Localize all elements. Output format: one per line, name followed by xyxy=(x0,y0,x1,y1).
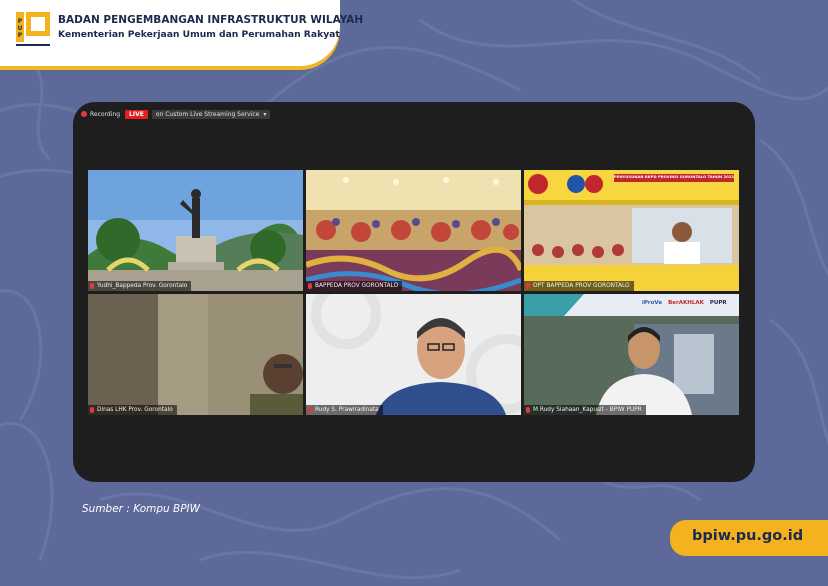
banner-logo-berakhlak: BerAKHLAK xyxy=(668,300,704,306)
participant-name-tag: OPT BAPPEDA PROV GORONTALO xyxy=(524,281,634,291)
participant-tile-3[interactable]: PENYUSUNAN RKPD PROVINSI GORONTALO TAHUN… xyxy=(524,170,739,291)
stream-label: on Custom Live Streaming Service xyxy=(155,110,260,118)
pupr-logo-icon: P U P xyxy=(14,10,52,50)
org-title: BADAN PENGEMBANGAN INFRASTRUKTUR WILAYAH xyxy=(58,14,364,26)
banner-logo-iprove: iProVe xyxy=(642,300,663,306)
org-subtitle: Kementerian Pekerjaan Umum dan Perumahan… xyxy=(58,29,340,40)
banner-logo-pupr: PUPR xyxy=(709,300,727,306)
participant-tile-4[interactable]: Dinas LHK Prov. Gorontalo xyxy=(88,294,303,415)
live-badge[interactable]: LIVE xyxy=(125,109,148,119)
participant-tile-6[interactable]: iProVe BerAKHLAK PUPR M Rudy Siahaan_Kap… xyxy=(524,294,739,415)
recording-icon[interactable] xyxy=(81,111,87,117)
mic-muted-icon xyxy=(526,283,530,289)
website-url[interactable]: bpiw.pu.go.id xyxy=(692,528,803,544)
source-caption: Sumber : Kompu BPIW xyxy=(82,503,201,515)
participant-tile-1[interactable]: Yudhi_Bappeda Prov. Gorontalo xyxy=(88,170,303,291)
chevron-down-icon: ▾ xyxy=(263,110,267,118)
mic-muted-icon xyxy=(90,407,94,413)
video-feed-banner-room xyxy=(524,294,739,415)
presentation-title: PENYUSUNAN RKPD PROVINSI GORONTALO TAHUN… xyxy=(614,174,735,179)
svg-text:P: P xyxy=(18,32,23,39)
mic-muted-icon xyxy=(90,283,94,289)
video-feed-officer xyxy=(88,294,303,415)
stream-dropdown[interactable]: on Custom Live Streaming Service ▾ xyxy=(151,109,271,119)
recording-label: Recording xyxy=(90,110,121,118)
mic-muted-icon xyxy=(308,283,312,289)
video-feed-monument xyxy=(88,170,303,291)
participant-name-tag: Rudy S. Prawiradinata xyxy=(306,405,383,415)
header-banner: P U P BADAN PENGEMBANGAN INFRASTRUKTUR W… xyxy=(0,0,363,66)
participant-name-tag: BAPPEDA PROV GORONTALO xyxy=(306,281,403,291)
video-conference-window: Recording LIVE on Custom Live Streaming … xyxy=(73,102,755,482)
svg-text:P: P xyxy=(18,18,23,25)
participant-name-tag: Dinas LHK Prov. Gorontalo xyxy=(88,405,177,415)
svg-text:U: U xyxy=(18,25,23,32)
video-feed-ballroom xyxy=(306,170,521,291)
mic-muted-icon xyxy=(526,407,530,413)
video-feed-presentation xyxy=(524,170,739,291)
participant-name-tag: M Rudy Siahaan_Kapuslt - BPIW PUPR xyxy=(524,405,646,415)
participant-name-tag: Yudhi_Bappeda Prov. Gorontalo xyxy=(88,281,192,291)
recording-bar: Recording LIVE on Custom Live Streaming … xyxy=(81,108,271,120)
video-feed-speaker xyxy=(306,294,521,415)
participant-tile-5[interactable]: Rudy S. Prawiradinata xyxy=(306,294,521,415)
banner-logos: iProVe BerAKHLAK PUPR xyxy=(642,300,727,306)
participant-tile-2[interactable]: BAPPEDA PROV GORONTALO xyxy=(306,170,521,291)
mic-muted-icon xyxy=(308,407,312,413)
